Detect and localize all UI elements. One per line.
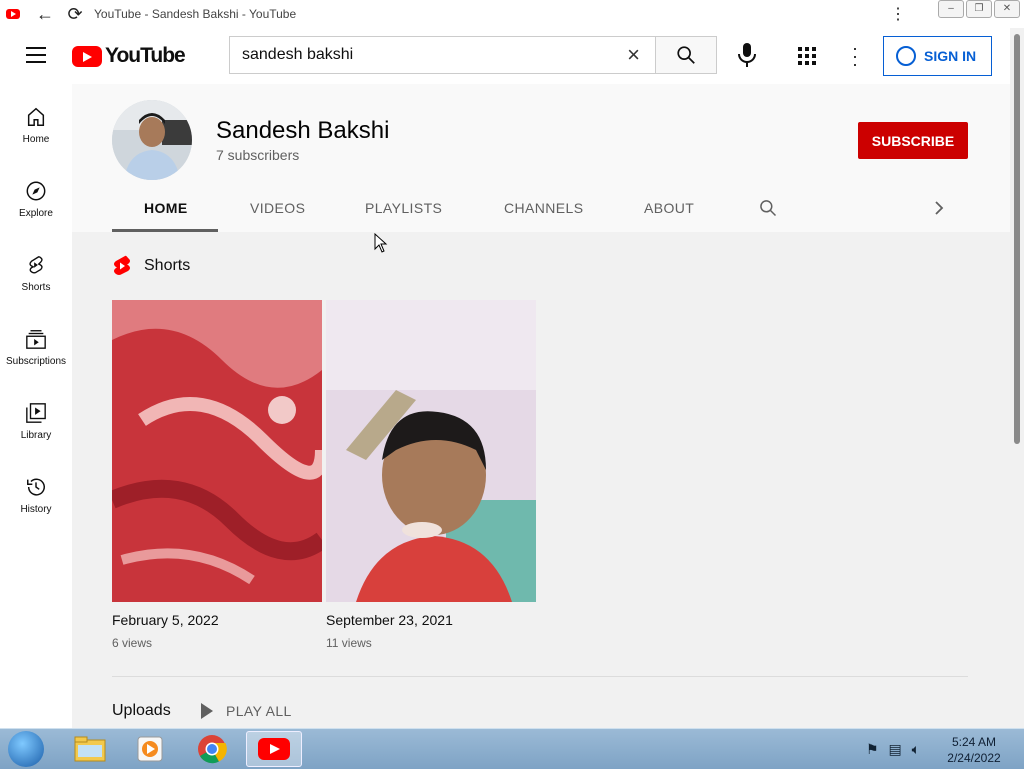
youtube-play-icon	[72, 45, 102, 67]
shorts-logo-icon	[114, 255, 130, 275]
short-views: 6 views	[112, 636, 153, 650]
network-icon[interactable]: ▤	[888, 741, 901, 757]
play-all-label: PLAY ALL	[226, 703, 292, 719]
uploads-heading[interactable]: Uploads	[112, 702, 171, 720]
taskbar-explorer[interactable]	[62, 731, 118, 767]
short-thumbnail-2[interactable]	[326, 300, 536, 602]
search-button[interactable]	[654, 37, 716, 73]
sign-in-button[interactable]: SIGN IN	[883, 36, 992, 76]
guide-item-shorts[interactable]: Shorts	[0, 254, 72, 293]
scrollbar-thumb[interactable]	[1014, 34, 1020, 444]
window-controls: – ❐ ✕	[938, 0, 1024, 18]
guide-label: Home	[22, 134, 50, 145]
clock-date: 2/24/2022	[947, 751, 1001, 765]
play-icon	[201, 703, 213, 719]
guide-label: Shorts	[21, 282, 51, 293]
apps-grid-icon[interactable]	[798, 47, 816, 65]
windows-taskbar: ⚑ ▤ 🔈︎ 5:24 AM 2/24/2022	[0, 728, 1024, 769]
reload-icon[interactable]: ⟳	[60, 0, 90, 28]
shorts-heading: Shorts	[144, 257, 191, 274]
channel-header: Sandesh Bakshi 7 subscribers SUBSCRIBE H…	[72, 84, 1010, 232]
guide-label: Subscriptions	[5, 356, 67, 367]
page-scrollbar[interactable]	[1010, 28, 1024, 728]
youtube-logo[interactable]: YouTube	[72, 44, 186, 68]
browser-tab-title: YouTube - Sandesh Bakshi - YouTube	[94, 7, 297, 21]
compass-icon	[26, 181, 46, 201]
history-icon	[27, 478, 45, 496]
chevron-right-icon[interactable]	[932, 200, 946, 216]
tab-channels[interactable]: CHANNELS	[504, 200, 583, 216]
chrome-icon	[198, 735, 227, 764]
hamburger-menu-icon[interactable]	[26, 47, 46, 68]
subscribe-button[interactable]: SUBSCRIBE	[858, 122, 968, 159]
media-player-icon	[137, 736, 163, 762]
library-icon	[26, 403, 46, 423]
guide-label: Library	[20, 430, 52, 441]
short-date[interactable]: February 5, 2022	[112, 612, 219, 628]
minimize-button[interactable]: –	[938, 0, 964, 18]
guide-label: Explore	[19, 208, 53, 219]
tab-about[interactable]: ABOUT	[644, 200, 694, 216]
taskbar-youtube[interactable]	[246, 731, 302, 767]
tab-videos[interactable]: VIDEOS	[250, 200, 305, 216]
guide-item-subscriptions[interactable]: Subscriptions	[0, 328, 72, 367]
close-window-button[interactable]: ✕	[994, 0, 1020, 18]
clock-time: 5:24 AM	[951, 735, 997, 749]
masthead: YouTube × ··· SIGN IN	[0, 28, 1010, 84]
account-icon	[896, 46, 916, 66]
clear-search-icon[interactable]: ×	[612, 37, 655, 73]
subscriptions-icon	[26, 330, 46, 349]
settings-menu-icon[interactable]: · · ·	[852, 39, 858, 73]
browser-titlebar: ← ⟳ YouTube - Sandesh Bakshi - YouTube ⋮…	[0, 0, 1024, 28]
channel-avatar[interactable]	[112, 100, 192, 180]
tab-home[interactable]: HOME	[144, 200, 188, 216]
action-center-icon[interactable]: ⚑	[866, 741, 879, 757]
back-arrow-icon[interactable]: ←	[30, 0, 60, 28]
microphone-icon[interactable]	[736, 42, 758, 68]
guide-item-library[interactable]: Library	[0, 402, 72, 441]
youtube-favicon-icon	[6, 9, 20, 19]
guide-label: History	[20, 504, 52, 515]
shorts-section-header: Shorts	[112, 255, 190, 277]
start-button[interactable]	[8, 731, 44, 767]
taskbar-media-player[interactable]	[122, 731, 178, 767]
tab-playlists[interactable]: PLAYLISTS	[365, 200, 442, 216]
thumbnail-image	[112, 300, 322, 602]
search-input[interactable]	[230, 37, 613, 73]
home-icon	[27, 107, 45, 126]
taskbar-chrome[interactable]	[184, 731, 240, 767]
mouse-cursor-icon	[374, 233, 388, 253]
search-box: ×	[229, 36, 717, 74]
browser-menu-icon[interactable]: ⋮	[890, 4, 906, 24]
volume-icon[interactable]: 🔈︎	[912, 741, 920, 757]
folder-icon	[74, 736, 106, 762]
guide-item-explore[interactable]: Explore	[0, 180, 72, 219]
system-clock[interactable]: 5:24 AM 2/24/2022	[944, 734, 1004, 766]
avatar-photo	[112, 100, 192, 180]
youtube-icon	[258, 738, 290, 760]
subscriber-count: 7 subscribers	[216, 147, 300, 163]
sign-in-label: SIGN IN	[924, 48, 977, 64]
channel-content: Shorts February 5, 2022 6 views Septembe…	[72, 232, 1010, 728]
logo-text: YouTube	[105, 44, 186, 67]
play-all-button[interactable]: PLAY ALL	[200, 702, 292, 720]
short-views: 11 views	[326, 636, 372, 650]
guide-item-history[interactable]: History	[0, 476, 72, 515]
thumbnail-image	[326, 300, 536, 602]
guide-item-home[interactable]: Home	[0, 106, 72, 145]
restore-button[interactable]: ❐	[966, 0, 992, 18]
section-divider	[112, 676, 968, 677]
search-icon	[677, 46, 695, 64]
system-tray: ⚑ ▤ 🔈︎	[866, 741, 920, 758]
channel-name: Sandesh Bakshi	[216, 117, 390, 144]
short-thumbnail-1[interactable]	[112, 300, 322, 602]
shorts-icon	[29, 256, 43, 274]
channel-search-icon[interactable]	[758, 198, 778, 218]
short-date[interactable]: September 23, 2021	[326, 612, 453, 628]
guide-sidebar: Home Explore Shorts Subscriptions Librar…	[0, 84, 72, 728]
